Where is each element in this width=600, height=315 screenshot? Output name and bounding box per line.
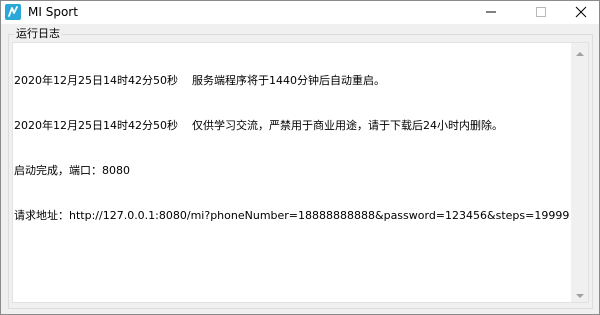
app-window: MI Sport 运行日志 2020年12月25日14时42分50秒 服务端程序… xyxy=(0,0,600,315)
scroll-down-button[interactable] xyxy=(571,285,588,302)
maximize-icon xyxy=(535,3,547,22)
window-title: MI Sport xyxy=(28,5,78,19)
log-lines: 2020年12月25日14时42分50秒 服务端程序将于1440分钟后自动重启。… xyxy=(14,43,569,253)
vertical-scrollbar[interactable] xyxy=(571,43,588,302)
scroll-up-button[interactable] xyxy=(571,43,588,60)
minimize-button[interactable] xyxy=(473,1,509,24)
close-button[interactable] xyxy=(563,1,599,24)
scroll-up-arrow-icon xyxy=(575,42,584,61)
minimize-icon xyxy=(485,3,497,22)
log-line: 启动完成，端口：8080 xyxy=(14,164,130,177)
close-icon xyxy=(575,3,587,22)
title-bar[interactable]: MI Sport xyxy=(1,1,599,24)
log-line: 2020年12月25日14时42分50秒 服务端程序将于1440分钟后自动重启。 xyxy=(14,74,385,87)
log-textbox[interactable]: 2020年12月25日14时42分50秒 服务端程序将于1440分钟后自动重启。… xyxy=(12,42,589,303)
mi-sport-app-icon xyxy=(5,4,21,20)
log-line: 2020年12月25日14时42分50秒 仅供学习交流，严禁用于商业用途，请于下… xyxy=(14,119,503,132)
maximize-button[interactable] xyxy=(523,1,559,24)
scroll-down-arrow-icon xyxy=(575,284,584,303)
log-group-label: 运行日志 xyxy=(14,27,62,41)
log-line: 请求地址：http://127.0.0.1:8080/mi?phoneNumbe… xyxy=(14,209,570,222)
